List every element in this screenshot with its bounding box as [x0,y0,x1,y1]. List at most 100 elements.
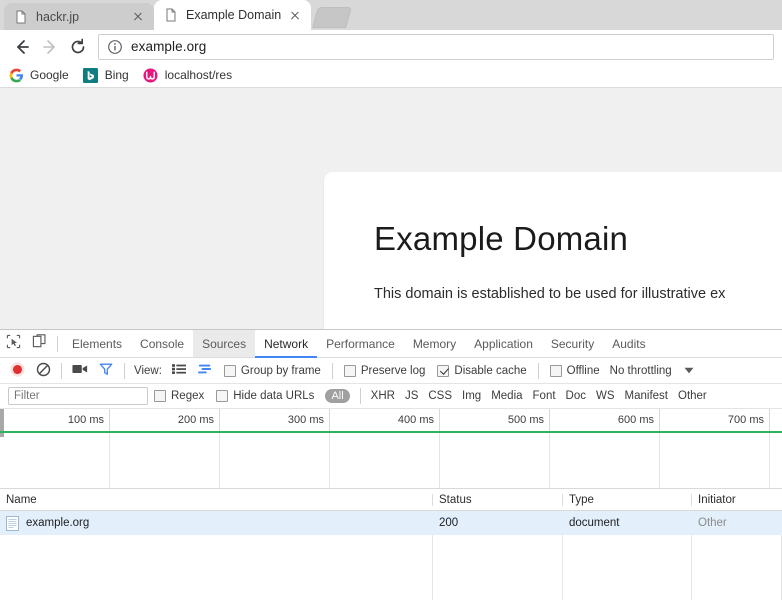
checkbox-box [223,364,236,377]
disable-cache-label: Disable cache [454,364,527,377]
filter-type-xhr[interactable]: XHR [371,390,395,402]
filter-type-doc[interactable]: Doc [566,390,586,402]
devtools-tab-audits[interactable]: Audits [603,330,654,357]
bookmark-google[interactable]: Google [8,67,69,83]
group-by-frame-checkbox[interactable]: Group by frame [223,364,321,377]
devtools-tab-elements[interactable]: Elements [63,330,131,357]
close-icon[interactable] [287,7,303,23]
devtools-tab-security[interactable]: Security [542,330,603,357]
capture-screenshots-button[interactable] [67,363,93,378]
page-viewport: Example Domain This domain is establishe… [0,88,782,329]
network-requests-table: Name Status Type Initiator example.org 2… [0,489,782,600]
offline-checkbox[interactable]: Offline [549,364,600,377]
regex-checkbox[interactable]: Regex [154,390,204,402]
column-header-status[interactable]: Status [433,493,563,506]
record-icon [9,361,26,381]
devtools-tab-application[interactable]: Application [465,330,542,357]
timeline-column [660,433,770,488]
devtools-tab-performance[interactable]: Performance [317,330,404,357]
inspect-element-button[interactable] [0,330,26,357]
browser-tab-example-domain[interactable]: Example Domain [154,0,312,30]
filter-toggle-button[interactable] [93,362,119,379]
browser-tab-hackr[interactable]: hackr.jp [4,3,154,30]
info-circle-icon[interactable] [107,39,123,55]
filter-type-js[interactable]: JS [405,390,418,402]
hide-data-urls-checkbox[interactable]: Hide data URLs [216,390,314,402]
google-icon [8,67,24,83]
column-header-name[interactable]: Name [0,493,433,506]
bookmark-bing[interactable]: Bing [83,67,129,83]
column-header-type[interactable]: Type [563,493,692,506]
filter-type-other[interactable]: Other [678,390,707,402]
close-icon[interactable] [130,9,146,25]
tab-label: Performance [326,336,395,351]
filter-input[interactable] [8,387,148,405]
devtools-tab-memory[interactable]: Memory [404,330,465,357]
tab-strip: hackr.jp Example Domain [0,0,782,30]
filter-type-manifest[interactable]: Manifest [625,390,668,402]
browser-window: hackr.jp Example Domain example.org Goog… [0,0,782,600]
bookmark-label: localhost/res [164,68,233,82]
disable-cache-checkbox[interactable]: Disable cache [437,364,527,377]
devtools-tab-network[interactable]: Network [255,330,318,358]
browser-tab-title: hackr.jp [36,9,80,24]
preserve-log-label: Preserve log [360,364,426,377]
tab-label: Network [264,336,309,351]
browser-toolbar: example.org [0,30,782,63]
filter-type-media[interactable]: Media [491,390,522,402]
throttling-dropdown-button[interactable] [676,365,702,377]
bing-icon [83,67,99,83]
cell-status: 200 [439,517,459,529]
cell-type: document [569,517,620,529]
devtools-tab-console[interactable]: Console [131,330,193,357]
divider [359,388,361,404]
clear-button[interactable] [30,362,56,380]
divider [331,362,333,379]
address-bar[interactable]: example.org [98,33,774,60]
filter-type-ws[interactable]: WS [596,390,615,402]
tab-label: Audits [612,336,646,351]
page-title: Example Domain [374,220,629,257]
table-row[interactable]: example.org 200 document Other [0,511,782,535]
throttling-select[interactable]: No throttling [610,365,672,377]
preserve-log-checkbox[interactable]: Preserve log [343,364,426,377]
timeline-column [330,433,440,488]
timeline-tick: 100 ms [0,409,110,431]
column-header-initiator[interactable]: Initiator [692,494,782,506]
tab-label: Elements [72,336,123,351]
tab-label: Memory [412,336,457,351]
filter-type-all[interactable]: All [325,389,350,403]
tab-label: Security [550,336,595,351]
record-button[interactable] [4,361,30,381]
document-icon [6,515,19,531]
cell-name: example.org [0,515,433,531]
view-list-button[interactable] [166,363,192,378]
timeline-tick: 200 ms [110,409,220,431]
device-toolbar-button[interactable] [26,330,52,357]
filter-type-img[interactable]: Img [462,390,481,402]
network-timeline-overview[interactable]: 100 ms 200 ms 300 ms 400 ms 500 ms 600 m… [0,409,782,489]
back-button[interactable] [8,33,36,61]
devtools-panel: Elements Console Sources Network Perform… [0,329,782,600]
timeline-tick: 700 ms [660,409,770,431]
cell-initiator: Other [698,517,727,529]
view-label: View: [134,364,162,377]
network-toolbar: View: Group by frame Preserve log Disabl… [0,358,782,384]
divider [61,362,62,379]
checkbox-box [154,390,166,402]
timeline-column [0,433,110,488]
timeline-column [110,433,220,488]
timeline-tick: 600 ms [550,409,660,431]
browser-tab-title: Example Domain [186,8,282,22]
new-tab-button[interactable] [312,7,353,28]
devtools-tab-sources[interactable]: Sources [193,330,256,357]
filter-type-font[interactable]: Font [533,390,556,402]
reload-button[interactable] [64,33,92,61]
arrow-right-icon [41,38,59,56]
filter-type-css[interactable]: CSS [428,390,452,402]
bookmark-localhost-res[interactable]: localhost/res [143,67,232,83]
checkbox-box [437,364,450,377]
view-waterfall-button[interactable] [192,363,218,378]
reload-icon [69,38,87,56]
tab-label: Console [140,336,185,351]
